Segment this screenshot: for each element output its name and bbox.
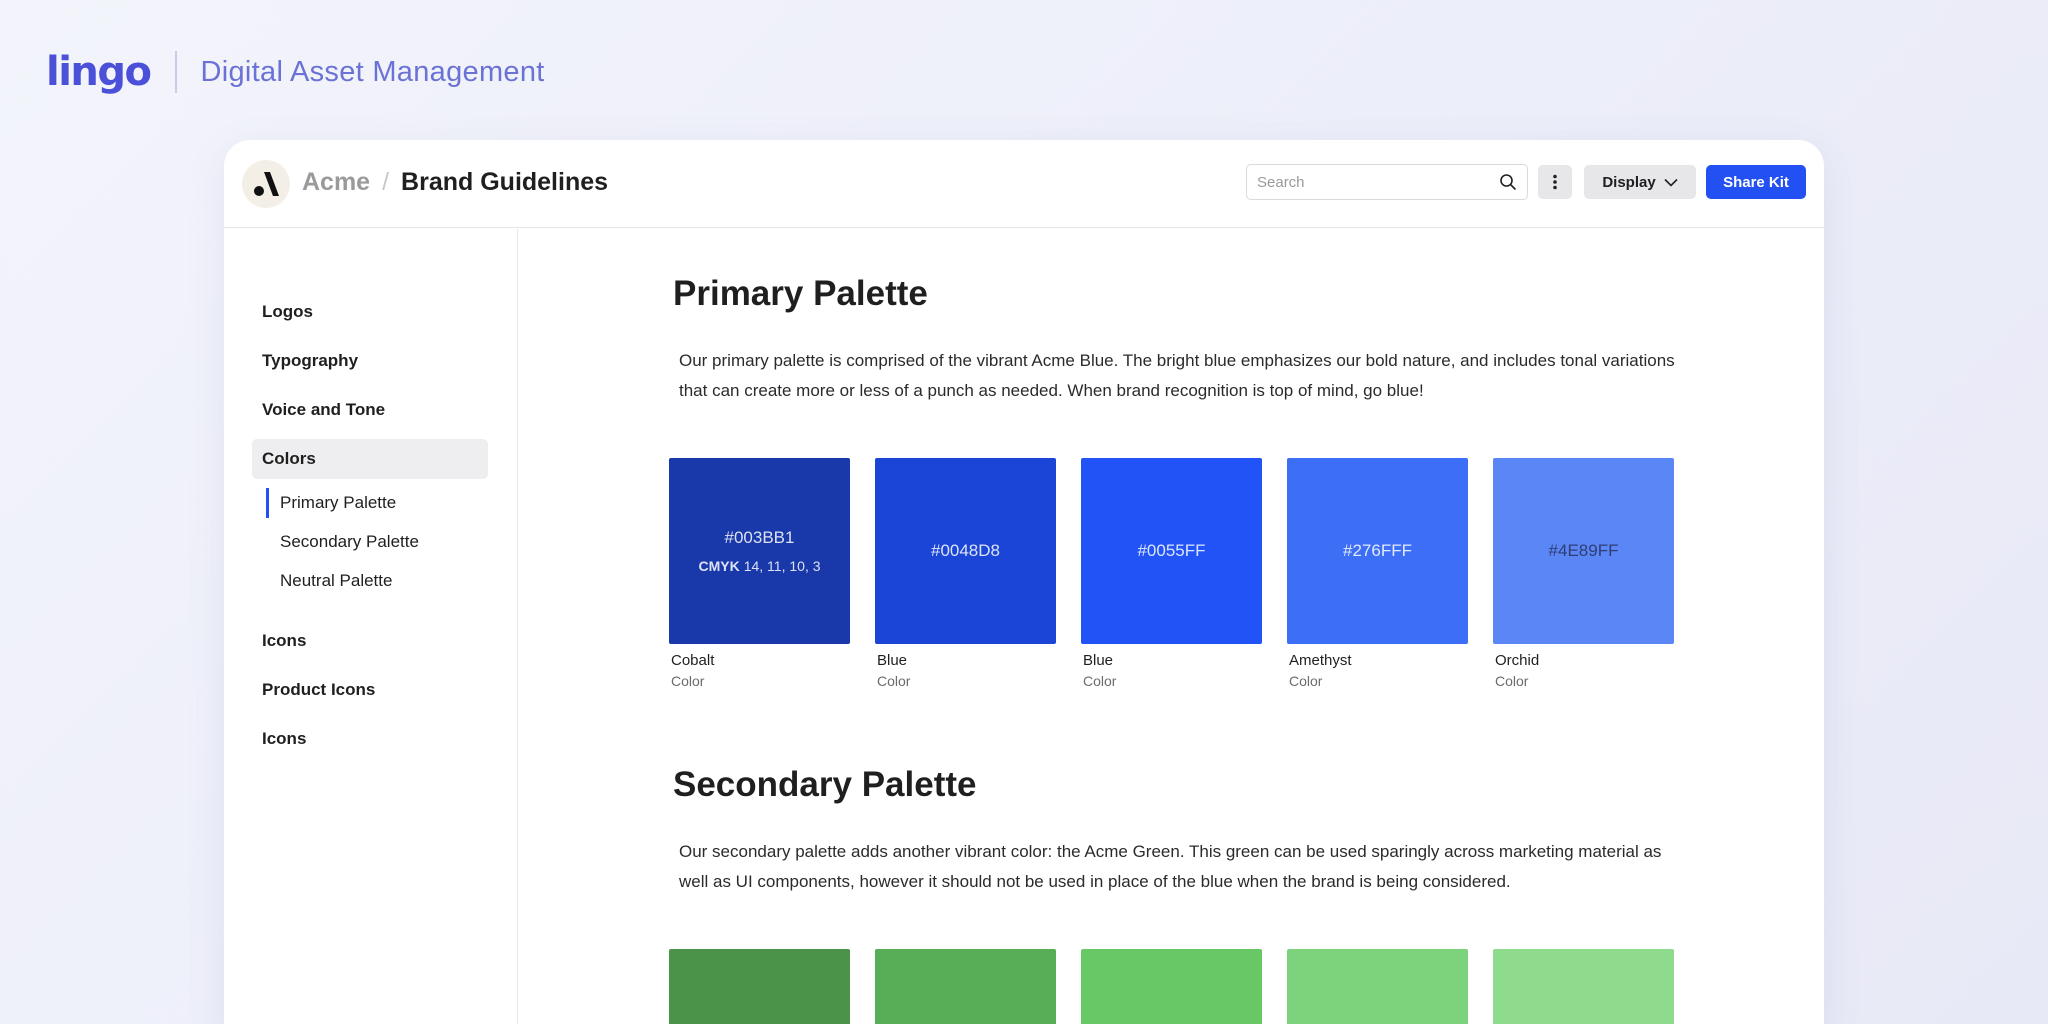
cmyk-label: CMYK — [698, 558, 740, 574]
sidebar-item-icons-2[interactable]: Icons — [252, 719, 488, 759]
kebab-menu-icon — [1553, 174, 1557, 190]
swatch-type: Color — [1289, 673, 1323, 689]
swatch-cmyk: CMYK 14, 11, 10, 3 — [698, 558, 820, 574]
color-swatch[interactable]: #4E89FF Orchid Color — [1493, 458, 1674, 689]
color-swatch[interactable]: #0048D8 Blue Color — [875, 458, 1056, 689]
swatch-type: Color — [877, 673, 911, 689]
lingo-logo[interactable]: lingo — [46, 52, 152, 92]
swatch-name: Blue — [877, 652, 908, 669]
app-window: Acme / Brand Guidelines Display Shar — [224, 140, 1824, 1024]
swatch-color-box[interactable]: #276FFF — [1287, 458, 1468, 644]
display-button[interactable]: Display — [1584, 165, 1696, 199]
breadcrumb-separator: / — [382, 168, 390, 196]
swatch-type: Color — [1083, 673, 1117, 689]
sidebar-item-product-icons[interactable]: Product Icons — [252, 670, 488, 710]
swatch-hex: #0048D8 — [930, 541, 1000, 560]
main-content: Primary Palette Our primary palette is c… — [519, 229, 1824, 1024]
green-swatch[interactable] — [1081, 949, 1262, 1024]
swatch-hex: #0055FF — [1137, 541, 1206, 560]
swatch-name: Blue — [1083, 652, 1114, 669]
secondary-swatch-row — [669, 949, 1674, 1024]
swatch-hex: #003BB1 — [724, 528, 795, 547]
secondary-palette-title: Secondary Palette — [673, 765, 977, 804]
sidebar-subitem-primary-palette[interactable]: Primary Palette — [266, 488, 396, 518]
primary-swatch-row: #003BB1 CMYK 14, 11, 10, 3 Cobalt Color #… — [669, 458, 1674, 689]
sidebar-item-logos[interactable]: Logos — [252, 292, 488, 332]
sidebar-item-icons[interactable]: Icons — [252, 621, 488, 661]
sidebar-subitem-secondary-palette[interactable]: Secondary Palette — [270, 527, 419, 557]
acme-a-icon — [254, 172, 279, 196]
primary-palette-title: Primary Palette — [673, 274, 928, 313]
breadcrumb: Acme / Brand Guidelines — [302, 168, 608, 197]
swatch-hex: #4E89FF — [1548, 541, 1619, 560]
swatch-name: Amethyst — [1289, 652, 1352, 669]
cmyk-value: 14, 11, 10, 3 — [743, 558, 821, 574]
primary-palette-description: Our primary palette is comprised of the … — [679, 351, 1675, 400]
sidebar-item-colors[interactable]: Colors — [252, 439, 488, 479]
app-header: Acme / Brand Guidelines Display Shar — [224, 140, 1824, 228]
swatch-color-box[interactable]: #003BB1 CMYK 14, 11, 10, 3 — [669, 458, 850, 644]
display-button-label: Display — [1602, 173, 1656, 191]
color-swatch[interactable]: #276FFF Amethyst Color — [1287, 458, 1468, 689]
swatch-hex: #276FFF — [1343, 541, 1412, 560]
search-icon[interactable] — [1499, 173, 1517, 191]
acme-logo-avatar[interactable] — [242, 160, 290, 208]
search-input[interactable] — [1257, 173, 1499, 191]
swatch-name: Orchid — [1495, 652, 1540, 669]
sidebar-item-typography[interactable]: Typography — [252, 341, 488, 381]
brand-subtitle: Digital Asset Management — [200, 55, 545, 88]
color-swatch[interactable]: #003BB1 CMYK 14, 11, 10, 3 Cobalt Color — [669, 458, 850, 689]
secondary-palette-description: Our secondary palette adds another vibra… — [679, 842, 1662, 891]
swatch-color-box[interactable]: #0048D8 — [875, 458, 1056, 644]
breadcrumb-root[interactable]: Acme — [302, 168, 370, 197]
color-swatch[interactable]: #0055FF Blue Color — [1081, 458, 1262, 689]
brand-bar: lingo Digital Asset Management — [46, 48, 545, 96]
sidebar-item-voice-and-tone[interactable]: Voice and Tone — [252, 390, 488, 430]
green-swatch[interactable] — [875, 949, 1056, 1024]
swatch-name: Cobalt — [671, 652, 715, 669]
chevron-down-icon — [1664, 178, 1678, 187]
sidebar: Logos Typography Voice and Tone Colors P… — [224, 229, 518, 1024]
green-swatch[interactable] — [1493, 949, 1674, 1024]
share-kit-button[interactable]: Share Kit — [1706, 165, 1806, 199]
more-options-button[interactable] — [1538, 165, 1572, 199]
green-swatch[interactable] — [669, 949, 850, 1024]
brand-divider — [174, 51, 177, 93]
swatch-color-box[interactable]: #4E89FF — [1493, 458, 1674, 644]
sidebar-subitem-neutral-palette[interactable]: Neutral Palette — [270, 566, 392, 596]
search-box[interactable] — [1246, 164, 1528, 200]
swatch-type: Color — [671, 673, 705, 689]
swatch-type: Color — [1495, 673, 1529, 689]
swatch-color-box[interactable]: #0055FF — [1081, 458, 1262, 644]
page-title: Brand Guidelines — [401, 168, 609, 196]
green-swatch[interactable] — [1287, 949, 1468, 1024]
